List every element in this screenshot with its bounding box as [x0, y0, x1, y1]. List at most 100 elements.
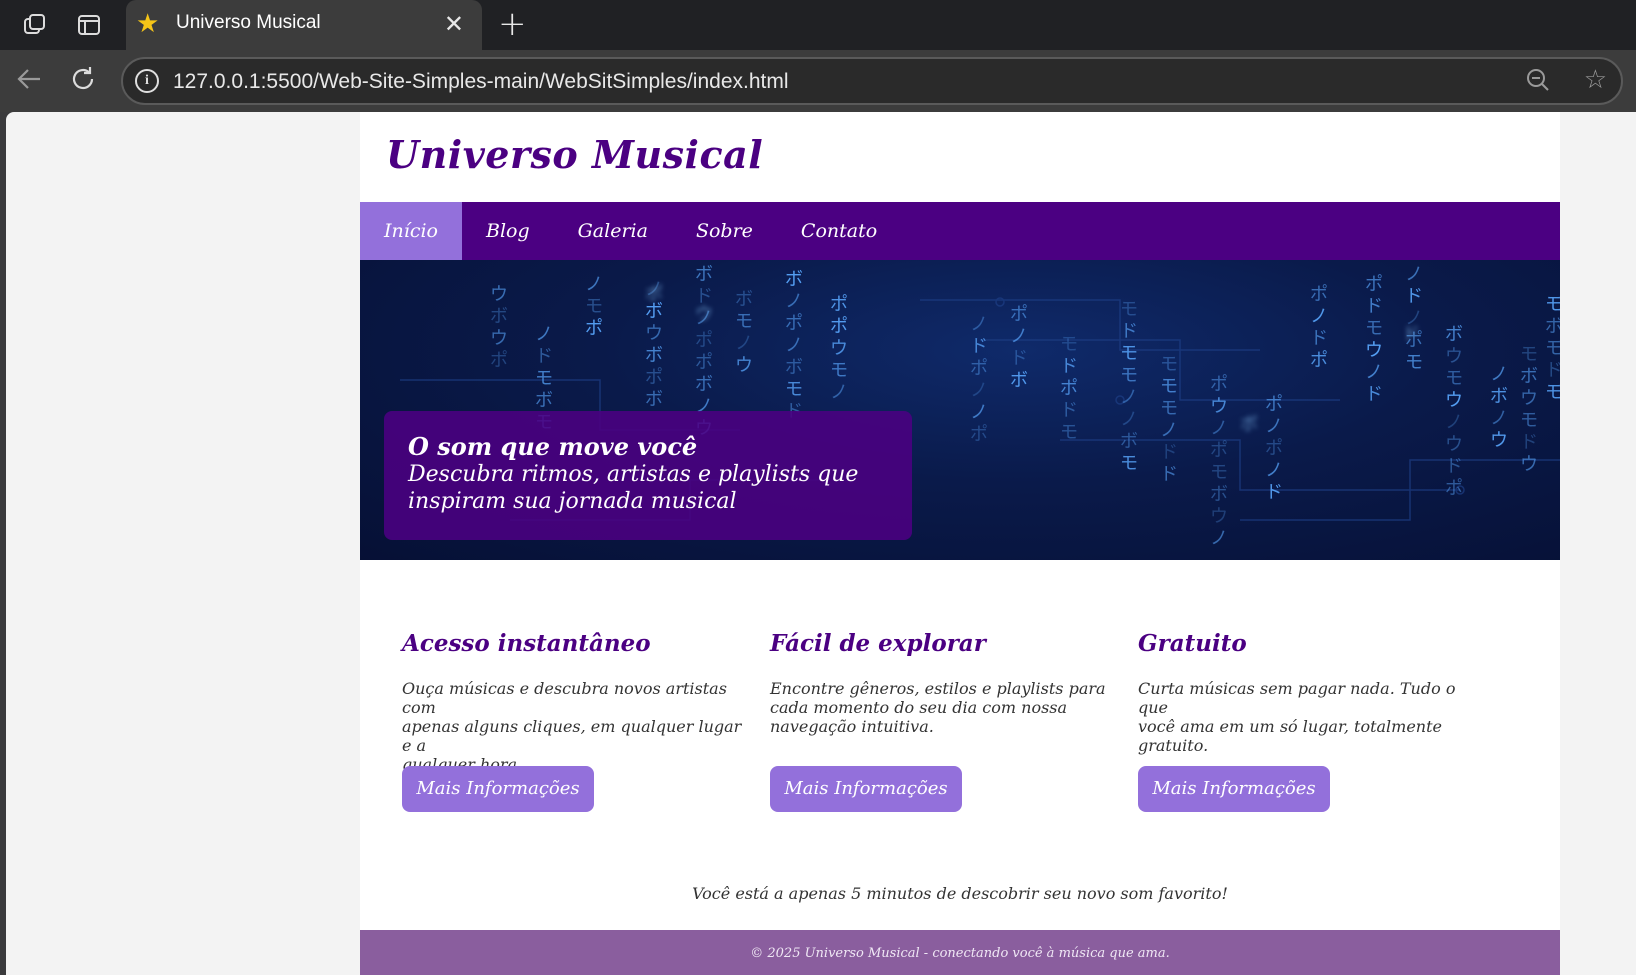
svg-text:ボ: ボ	[1240, 414, 1258, 435]
hero-glyph: ノ	[1365, 362, 1383, 383]
hero-glyph: ポ	[1210, 440, 1228, 461]
hero-glyph: ボ	[535, 390, 553, 411]
hero-glyph: ポ	[1265, 438, 1283, 459]
hero-glyph: モ	[585, 296, 603, 317]
favorite-icon[interactable]: ☆	[1584, 65, 1607, 95]
hero-glyph: モ	[1060, 334, 1078, 355]
hero-glyph: ポ	[830, 294, 848, 315]
hero-caption: O som que move você Descubra ritmos, art…	[384, 411, 912, 540]
hero-glyph: ボ	[785, 357, 803, 378]
hero-glyph: モ	[1160, 354, 1178, 375]
main-nav: Início Blog Galeria Sobre Contato	[360, 202, 1560, 260]
site-title: Universo Musical	[386, 132, 764, 177]
feature-description: Encontre gêneros, estilos e playlists pa…	[770, 679, 1120, 736]
zoom-out-icon[interactable]	[1525, 67, 1551, 99]
back-icon[interactable]	[12, 64, 46, 98]
hero-glyph: ボ	[1010, 370, 1028, 391]
hero-subtitle-line2: inspiram sua jornada musical	[408, 489, 737, 514]
hero-glyph: ポ	[645, 367, 663, 388]
hero-glyph: ノ	[1210, 418, 1228, 439]
hero-glyph: ポ	[830, 316, 848, 337]
mais-informacoes-button[interactable]: Mais Informações	[1138, 766, 1330, 812]
hero-glyph: ド	[1365, 384, 1383, 405]
hero-glyph: ポ	[970, 358, 988, 379]
refresh-icon[interactable]	[66, 64, 100, 98]
hero-glyph: ド	[1060, 400, 1078, 421]
hero-glyph: ノ	[785, 291, 803, 312]
page-viewport: Universo Musical Início Blog Galeria Sob…	[6, 112, 1636, 975]
hero-glyph: ウ	[1445, 346, 1463, 367]
hero-glyph: ド	[1060, 356, 1078, 377]
hero-glyph: モ	[1520, 410, 1538, 431]
hero-glyph: ウ	[490, 284, 508, 305]
hero-glyph: ド	[1310, 328, 1328, 349]
address-bar[interactable]: i 127.0.0.1:5500/Web-Site-Simples-main/W…	[121, 57, 1623, 105]
hero-glyph: モ	[735, 311, 753, 332]
hero-glyph: ポ	[1445, 478, 1463, 499]
nav-item-inicio[interactable]: Início	[360, 202, 462, 260]
svg-text:ド: ド	[1402, 324, 1420, 345]
hero-glyph: モ	[1365, 318, 1383, 339]
hero-glyph: ウ	[735, 355, 753, 376]
hero-glyph: ノ	[1010, 326, 1028, 347]
hero-glyph: ボ	[695, 264, 713, 285]
hero-glyph: ノ	[1265, 416, 1283, 437]
hero-glyph: ド	[1010, 348, 1028, 369]
footer-text: © 2025 Universo Musical - conectando voc…	[750, 946, 1170, 961]
feature-card: Fácil de explorar Encontre gêneros, esti…	[770, 630, 1120, 812]
hero-glyph: ポ	[490, 350, 508, 371]
browser-tab[interactable]: ★ Universo Musical ✕	[126, 0, 482, 50]
info-icon[interactable]: i	[135, 69, 159, 93]
new-tab-icon[interactable]: +	[498, 6, 527, 42]
hero-glyph: ウ	[1210, 506, 1228, 527]
hero-glyph: モ	[1120, 343, 1138, 364]
nav-item-galeria[interactable]: Galeria	[554, 202, 672, 260]
hero-glyph: ポ	[970, 424, 988, 445]
feature-card: Acesso instantâneo Ouça músicas e descub…	[402, 630, 752, 812]
url-text[interactable]: 127.0.0.1:5500/Web-Site-Simples-main/Web…	[173, 70, 789, 94]
feature-description-line: você ama em um só lugar, totalmente	[1138, 717, 1442, 736]
nav-item-contato[interactable]: Contato	[777, 202, 901, 260]
hero-glyph: ウ	[1520, 388, 1538, 409]
svg-text:ウ: ウ	[695, 304, 713, 325]
hero-glyph: ウ	[1520, 454, 1538, 475]
hero-glyph: ポ	[1010, 304, 1028, 325]
nav-item-sobre[interactable]: Sobre	[672, 202, 777, 260]
hero-glyph: ボ	[695, 374, 713, 395]
hero-glyph: ド	[970, 336, 988, 357]
hero-glyph: ド	[535, 346, 553, 367]
hero-glyph: モ	[785, 379, 803, 400]
hero-glyph: ポ	[1310, 350, 1328, 371]
site-header: Universo Musical	[360, 112, 1560, 202]
nav-item-blog[interactable]: Blog	[462, 202, 554, 260]
hero-glyph: ノ	[1265, 460, 1283, 481]
site-footer: © 2025 Universo Musical - conectando voc…	[360, 930, 1560, 975]
hero-glyph: ノ	[785, 335, 803, 356]
feature-description-line: Curta músicas sem pagar nada. Tudo o que	[1138, 679, 1456, 717]
hero-glyph: ノ	[1120, 409, 1138, 430]
hero-glyph: モ	[535, 368, 553, 389]
hero-glyph: ボ	[490, 306, 508, 327]
hero-glyph: ポ	[585, 318, 603, 339]
hero-glyph: ド	[1160, 442, 1178, 463]
hero-glyph: ド	[1520, 432, 1538, 453]
svg-text:ポ: ポ	[645, 284, 663, 305]
hero-glyph: モ	[1545, 294, 1560, 315]
hero-glyph: ボ	[1545, 316, 1560, 337]
hero-glyph: モ	[1120, 365, 1138, 386]
hero-glyph: ド	[1365, 296, 1383, 317]
hero-glyph: ポ	[695, 352, 713, 373]
tab-actions-icon[interactable]	[75, 11, 103, 39]
hero-glyph: ポ	[1060, 378, 1078, 399]
hero-banner: ウボウポノドモボモノモポノボウボポボボドノポポボノウボモノウボノポノボモドポポウ…	[360, 260, 1560, 560]
hero-glyph: ポ	[1210, 374, 1228, 395]
mais-informacoes-button[interactable]: Mais Informações	[402, 766, 594, 812]
hero-glyph: ド	[1160, 464, 1178, 485]
browser-tab-strip: ★ Universo Musical ✕ +	[0, 0, 1636, 50]
feature-card: Gratuito Curta músicas sem pagar nada. T…	[1138, 630, 1488, 812]
workspaces-icon[interactable]	[21, 11, 49, 39]
close-icon[interactable]: ✕	[444, 10, 464, 38]
mais-informacoes-button[interactable]: Mais Informações	[770, 766, 962, 812]
hero-glyph: ノ	[970, 402, 988, 423]
hero-glyph: ノ	[1490, 364, 1508, 385]
